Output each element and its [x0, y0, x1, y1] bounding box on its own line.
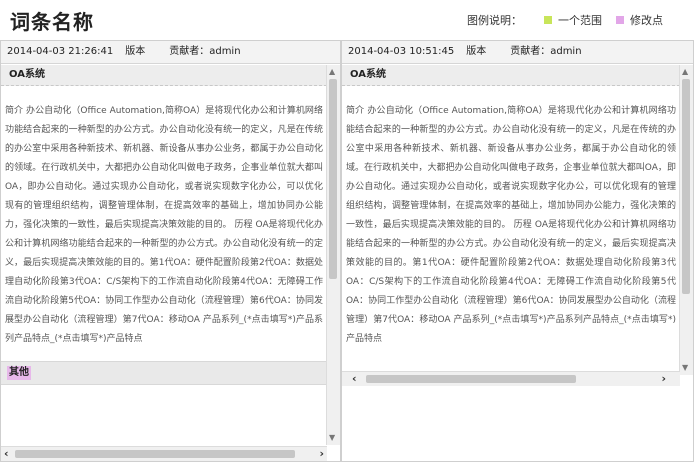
right-version-date: 2014-04-03 10:51:45 [348, 46, 455, 57]
left-hscroll-thumb[interactable] [15, 450, 295, 458]
range-swatch-icon [544, 16, 552, 24]
left-vertical-scrollbar[interactable]: ▲ ▼ [326, 65, 340, 445]
right-contributor: 贡献者：admin [510, 46, 582, 57]
scroll-left-icon[interactable]: ‹ [4, 448, 9, 460]
scroll-left-icon[interactable]: ‹ [352, 373, 357, 385]
right-hscroll-thumb[interactable] [366, 375, 576, 383]
left-body-text: 简介 办公自动化（Office Automation,简称OA）是将现代化办公和… [5, 106, 323, 344]
right-content-area[interactable]: OA系统 简介 办公自动化（Office Automation,简称OA）是将现… [342, 65, 680, 375]
scroll-down-icon[interactable]: ▼ [682, 363, 688, 373]
right-section-title: OA系统 [342, 65, 680, 86]
right-version-pane: 2014-04-03 10:51:45 版本 贡献者：admin OA系统 简介 办… [341, 40, 694, 462]
scroll-up-icon[interactable]: ▲ [682, 67, 688, 77]
right-version-label: 版本 [466, 46, 487, 57]
left-version-label: 版本 [125, 46, 146, 57]
right-vertical-scrollbar[interactable]: ▲ ▼ [679, 65, 693, 375]
scroll-down-icon[interactable]: ▼ [329, 433, 335, 443]
scroll-right-icon[interactable]: › [319, 448, 324, 460]
left-content-area[interactable]: OA系统 简介 办公自动化（Office Automation,简称OA）是将现… [1, 65, 327, 445]
legend-item-change: 修改点 [616, 12, 663, 28]
scroll-up-icon[interactable]: ▲ [329, 67, 335, 77]
page-title: 词条名称 [10, 10, 94, 34]
scroll-right-icon[interactable]: › [661, 373, 666, 385]
legend: 图例说明： 一个范围 修改点 [467, 12, 663, 28]
left-version-date: 2014-04-03 21:26:41 [7, 46, 114, 57]
right-version-meta: 2014-04-03 10:51:45 版本 贡献者：admin [342, 41, 693, 64]
left-version-pane: 2014-04-03 21:26:41 版本 贡献者：admin OA系统 简介 办… [0, 40, 341, 462]
left-version-meta: 2014-04-03 21:26:41 版本 贡献者：admin [1, 41, 340, 64]
right-vscroll-thumb[interactable] [682, 79, 690, 294]
left-vscroll-thumb[interactable] [329, 79, 337, 279]
change-swatch-icon [616, 16, 624, 24]
left-other-section: 其他 [1, 361, 327, 385]
legend-label: 图例说明： [467, 14, 522, 27]
left-other-label: 其他 [7, 366, 31, 380]
page-header: 词条名称 图例说明： 一个范围 修改点 [0, 0, 695, 38]
right-body-text: 简介 办公自动化（Office Automation,简称OA）是将现代化办公和… [346, 106, 676, 344]
left-horizontal-scrollbar[interactable]: ‹ › [1, 446, 327, 461]
legend-range-label: 一个范围 [558, 14, 602, 27]
left-contributor: 贡献者：admin [169, 46, 241, 57]
right-horizontal-scrollbar[interactable]: ‹ › [342, 371, 680, 386]
left-section-title: OA系统 [1, 65, 327, 86]
legend-change-label: 修改点 [630, 14, 663, 27]
legend-item-range: 一个范围 [544, 12, 602, 28]
